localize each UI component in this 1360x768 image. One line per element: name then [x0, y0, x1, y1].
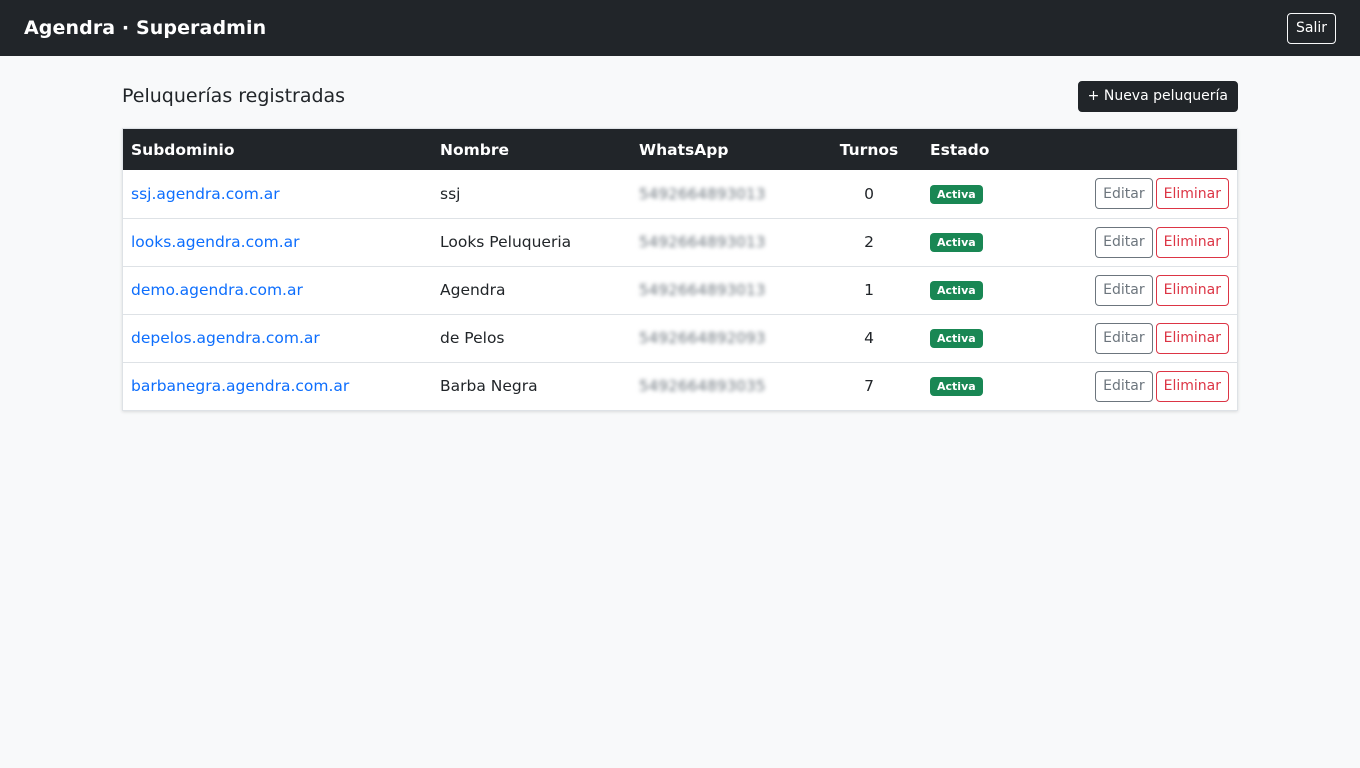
- whatsapp-number: 5492664893013: [639, 233, 766, 251]
- salon-name: Looks Peluqueria: [440, 233, 572, 251]
- subdomain-link[interactable]: depelos.agendra.com.ar: [131, 329, 320, 347]
- turnos-count: 7: [864, 377, 874, 396]
- table-row: looks.agendra.com.ar Looks Peluqueria 54…: [123, 218, 1237, 266]
- header-subdominio: Subdominio: [131, 140, 235, 159]
- edit-button[interactable]: Editar: [1095, 322, 1153, 354]
- table-row: demo.agendra.com.ar Agendra 549266489301…: [123, 266, 1237, 314]
- whatsapp-number: 5492664893035: [639, 377, 766, 396]
- status-badge: Activa: [930, 233, 983, 252]
- app-brand: Agendra · Superadmin: [24, 17, 267, 39]
- table-row: barbanegra.agendra.com.ar Barba Negra 54…: [123, 362, 1237, 410]
- delete-button[interactable]: Eliminar: [1155, 370, 1229, 402]
- table-header-row: Subdominio Nombre WhatsApp Turnos Estado: [123, 129, 1237, 170]
- subdomain-link[interactable]: demo.agendra.com.ar: [131, 281, 303, 299]
- delete-button[interactable]: Eliminar: [1155, 226, 1229, 258]
- header-actions: [1012, 129, 1237, 170]
- status-badge: Activa: [930, 329, 983, 348]
- edit-button[interactable]: Editar: [1095, 274, 1153, 306]
- table-body: ssj.agendra.com.ar ssj 5492664893013 0 A…: [123, 170, 1237, 410]
- whatsapp-number: 5492664893013: [639, 281, 766, 299]
- table-row: ssj.agendra.com.ar ssj 5492664893013 0 A…: [123, 170, 1237, 218]
- salon-name: ssj: [440, 184, 461, 203]
- status-badge: Activa: [930, 377, 983, 397]
- turnos-count: 1: [864, 281, 874, 299]
- salon-name: Barba Negra: [440, 377, 538, 396]
- table-header: Subdominio Nombre WhatsApp Turnos Estado: [123, 129, 1237, 170]
- subdomain-link[interactable]: looks.agendra.com.ar: [131, 233, 300, 251]
- salon-name: Agendra: [440, 281, 506, 299]
- edit-button[interactable]: Editar: [1095, 226, 1153, 258]
- whatsapp-number: 5492664892093: [639, 329, 766, 347]
- turnos-count: 4: [864, 329, 874, 347]
- salons-table-card: Subdominio Nombre WhatsApp Turnos Estado…: [122, 128, 1238, 411]
- header-estado: Estado: [930, 140, 990, 159]
- top-navbar: Agendra · Superadmin Salir: [0, 0, 1360, 56]
- edit-button[interactable]: Editar: [1095, 178, 1153, 210]
- new-salon-button[interactable]: + Nueva peluquería: [1077, 80, 1238, 112]
- delete-button[interactable]: Eliminar: [1155, 322, 1229, 354]
- header-nombre: Nombre: [440, 140, 510, 159]
- subdomain-link[interactable]: ssj.agendra.com.ar: [131, 185, 280, 203]
- salon-name: de Pelos: [440, 329, 505, 347]
- turnos-count: 0: [864, 184, 874, 203]
- header-turnos: Turnos: [839, 140, 899, 159]
- main-content: Peluquerías registradas + Nueva peluquer…: [122, 80, 1238, 411]
- page-header: Peluquerías registradas + Nueva peluquer…: [122, 80, 1238, 112]
- header-whatsapp: WhatsApp: [639, 140, 729, 159]
- status-badge: Activa: [930, 184, 983, 204]
- logout-button[interactable]: Salir: [1286, 12, 1336, 44]
- table-row: depelos.agendra.com.ar de Pelos 54926648…: [123, 314, 1237, 362]
- subdomain-link[interactable]: barbanegra.agendra.com.ar: [131, 377, 349, 395]
- status-badge: Activa: [930, 281, 983, 300]
- turnos-count: 2: [864, 233, 874, 251]
- page-title: Peluquerías registradas: [122, 85, 346, 107]
- whatsapp-number: 5492664893013: [639, 184, 766, 203]
- salons-table: Subdominio Nombre WhatsApp Turnos Estado…: [123, 129, 1237, 410]
- edit-button[interactable]: Editar: [1095, 370, 1153, 402]
- delete-button[interactable]: Eliminar: [1155, 274, 1229, 306]
- delete-button[interactable]: Eliminar: [1155, 178, 1229, 210]
